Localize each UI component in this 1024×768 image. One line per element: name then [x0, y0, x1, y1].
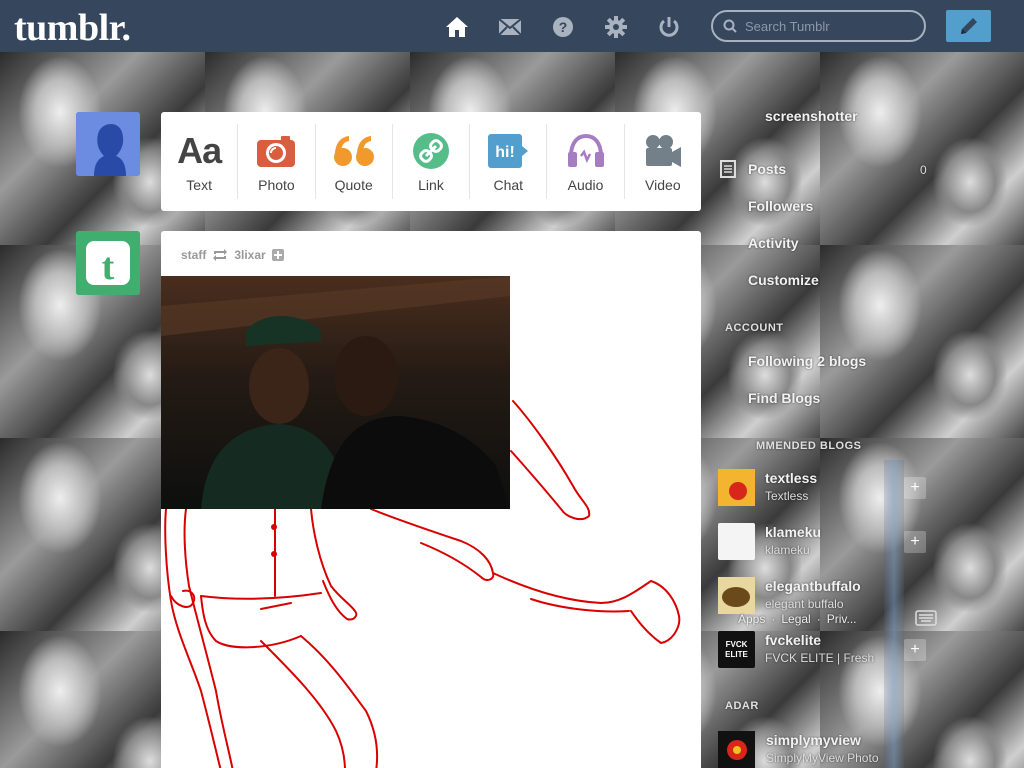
post-photo[interactable]	[161, 276, 510, 509]
footer-separator: ·	[816, 612, 821, 626]
quote-label: Quote	[334, 176, 373, 193]
posts-count: 0	[920, 163, 927, 177]
recommended-avatar-elegantbuffalo[interactable]	[718, 577, 755, 614]
text-label: Text	[186, 176, 212, 193]
fvckelite-logo-text: FVCK ELITE	[725, 639, 748, 659]
mail-icon[interactable]	[497, 14, 523, 40]
quote-icon	[333, 131, 375, 171]
new-quote-post-button[interactable]: Quote	[316, 124, 393, 199]
link-label: Link	[418, 176, 444, 193]
search-box[interactable]	[711, 10, 926, 42]
svg-text:?: ?	[559, 19, 568, 35]
follow-textless-button[interactable]: +	[904, 477, 926, 499]
search-input[interactable]	[745, 18, 915, 34]
search-icon	[723, 19, 737, 33]
help-icon[interactable]: ?	[550, 14, 576, 40]
footer-separator: ·	[771, 612, 776, 626]
keyboard-icon[interactable]	[915, 610, 937, 626]
recommended-sub-klameku: klameku	[765, 543, 810, 557]
sidebar-scrollbar[interactable]	[884, 460, 904, 768]
follow-klameku-button[interactable]: +	[904, 531, 926, 553]
footer-link-privacy[interactable]: Priv...	[827, 612, 857, 626]
headphones-icon	[566, 131, 606, 171]
chat-icon: hi!	[488, 131, 529, 171]
tumblr-logo[interactable]: tumblr.	[14, 6, 131, 50]
home-icon[interactable]	[444, 14, 470, 40]
svg-text:hi!: hi!	[495, 144, 515, 161]
text-icon: Aa	[177, 129, 222, 171]
sidebar-item-followers[interactable]: Followers	[748, 198, 813, 214]
photo-label: Photo	[258, 176, 295, 193]
new-photo-post-button[interactable]: Photo	[238, 124, 316, 199]
recommended-name-fvckelite[interactable]: fvckelite	[765, 632, 821, 648]
radar-blog-name[interactable]: simplymyview	[766, 732, 861, 748]
sidebar-item-find-blogs[interactable]: Find Blogs	[748, 390, 820, 406]
power-icon[interactable]	[656, 14, 682, 40]
new-post-bar: Aa Text Photo Quote Link hi! Chat Audio	[161, 112, 701, 211]
top-navigation-bar: tumblr. ?	[0, 0, 1024, 52]
recommended-heading: MMENDED BLOGS	[756, 440, 862, 452]
sidebar-item-customize[interactable]: Customize	[748, 272, 819, 288]
document-icon	[720, 160, 736, 178]
sidebar-item-posts[interactable]: Posts	[748, 161, 786, 177]
user-avatar[interactable]	[76, 112, 140, 176]
recommended-sub-fvckelite: FVCK ELITE | Fresh	[765, 651, 875, 665]
radar-avatar[interactable]	[718, 731, 755, 768]
follow-fvckelite-button[interactable]: +	[904, 639, 926, 661]
recommended-avatar-klameku[interactable]	[718, 523, 755, 560]
sidebar-item-activity[interactable]: Activity	[748, 235, 799, 251]
sidebar-item-following[interactable]: Following 2 blogs	[748, 353, 866, 369]
recommended-name-elegantbuffalo[interactable]: elegantbuffalo	[765, 578, 861, 594]
gear-icon[interactable]	[603, 14, 629, 40]
new-text-post-button[interactable]: Aa Text	[161, 124, 239, 199]
recommended-avatar-fvckelite[interactable]: FVCK ELITE	[718, 631, 755, 668]
chat-label: Chat	[493, 176, 524, 193]
footer-link-legal[interactable]: Legal	[781, 612, 810, 626]
video-label: Video	[645, 176, 681, 193]
camera-icon	[257, 131, 296, 171]
staff-avatar[interactable]: t	[76, 231, 140, 295]
recommended-avatar-textless[interactable]	[718, 469, 755, 506]
link-icon	[412, 131, 449, 171]
radar-heading: ADAR	[725, 700, 759, 712]
new-chat-post-button[interactable]: hi! Chat	[470, 124, 548, 199]
svg-text:t: t	[102, 246, 115, 288]
compose-button[interactable]	[946, 10, 991, 42]
new-video-post-button[interactable]: Video	[625, 124, 701, 199]
footer-links: Apps · Legal · Priv...	[738, 612, 857, 626]
recommended-name-klameku[interactable]: klameku	[765, 524, 821, 540]
radar-blog-sub: SimplyMyView Photo	[766, 751, 879, 765]
new-link-post-button[interactable]: Link	[393, 124, 471, 199]
recommended-name-textless[interactable]: textless	[765, 470, 817, 486]
video-camera-icon	[644, 131, 682, 171]
footer-link-apps[interactable]: Apps	[738, 612, 765, 626]
new-audio-post-button[interactable]: Audio	[547, 124, 625, 199]
sidebar-blog-name[interactable]: screenshotter	[765, 108, 858, 124]
account-heading: ACCOUNT	[725, 322, 784, 334]
pencil-icon	[960, 18, 977, 34]
recommended-sub-textless: Textless	[765, 489, 809, 503]
audio-label: Audio	[567, 176, 604, 193]
recommended-sub-elegantbuffalo: elegant buffalo	[765, 597, 844, 611]
dashboard-post: staff 3lixar	[161, 231, 701, 768]
